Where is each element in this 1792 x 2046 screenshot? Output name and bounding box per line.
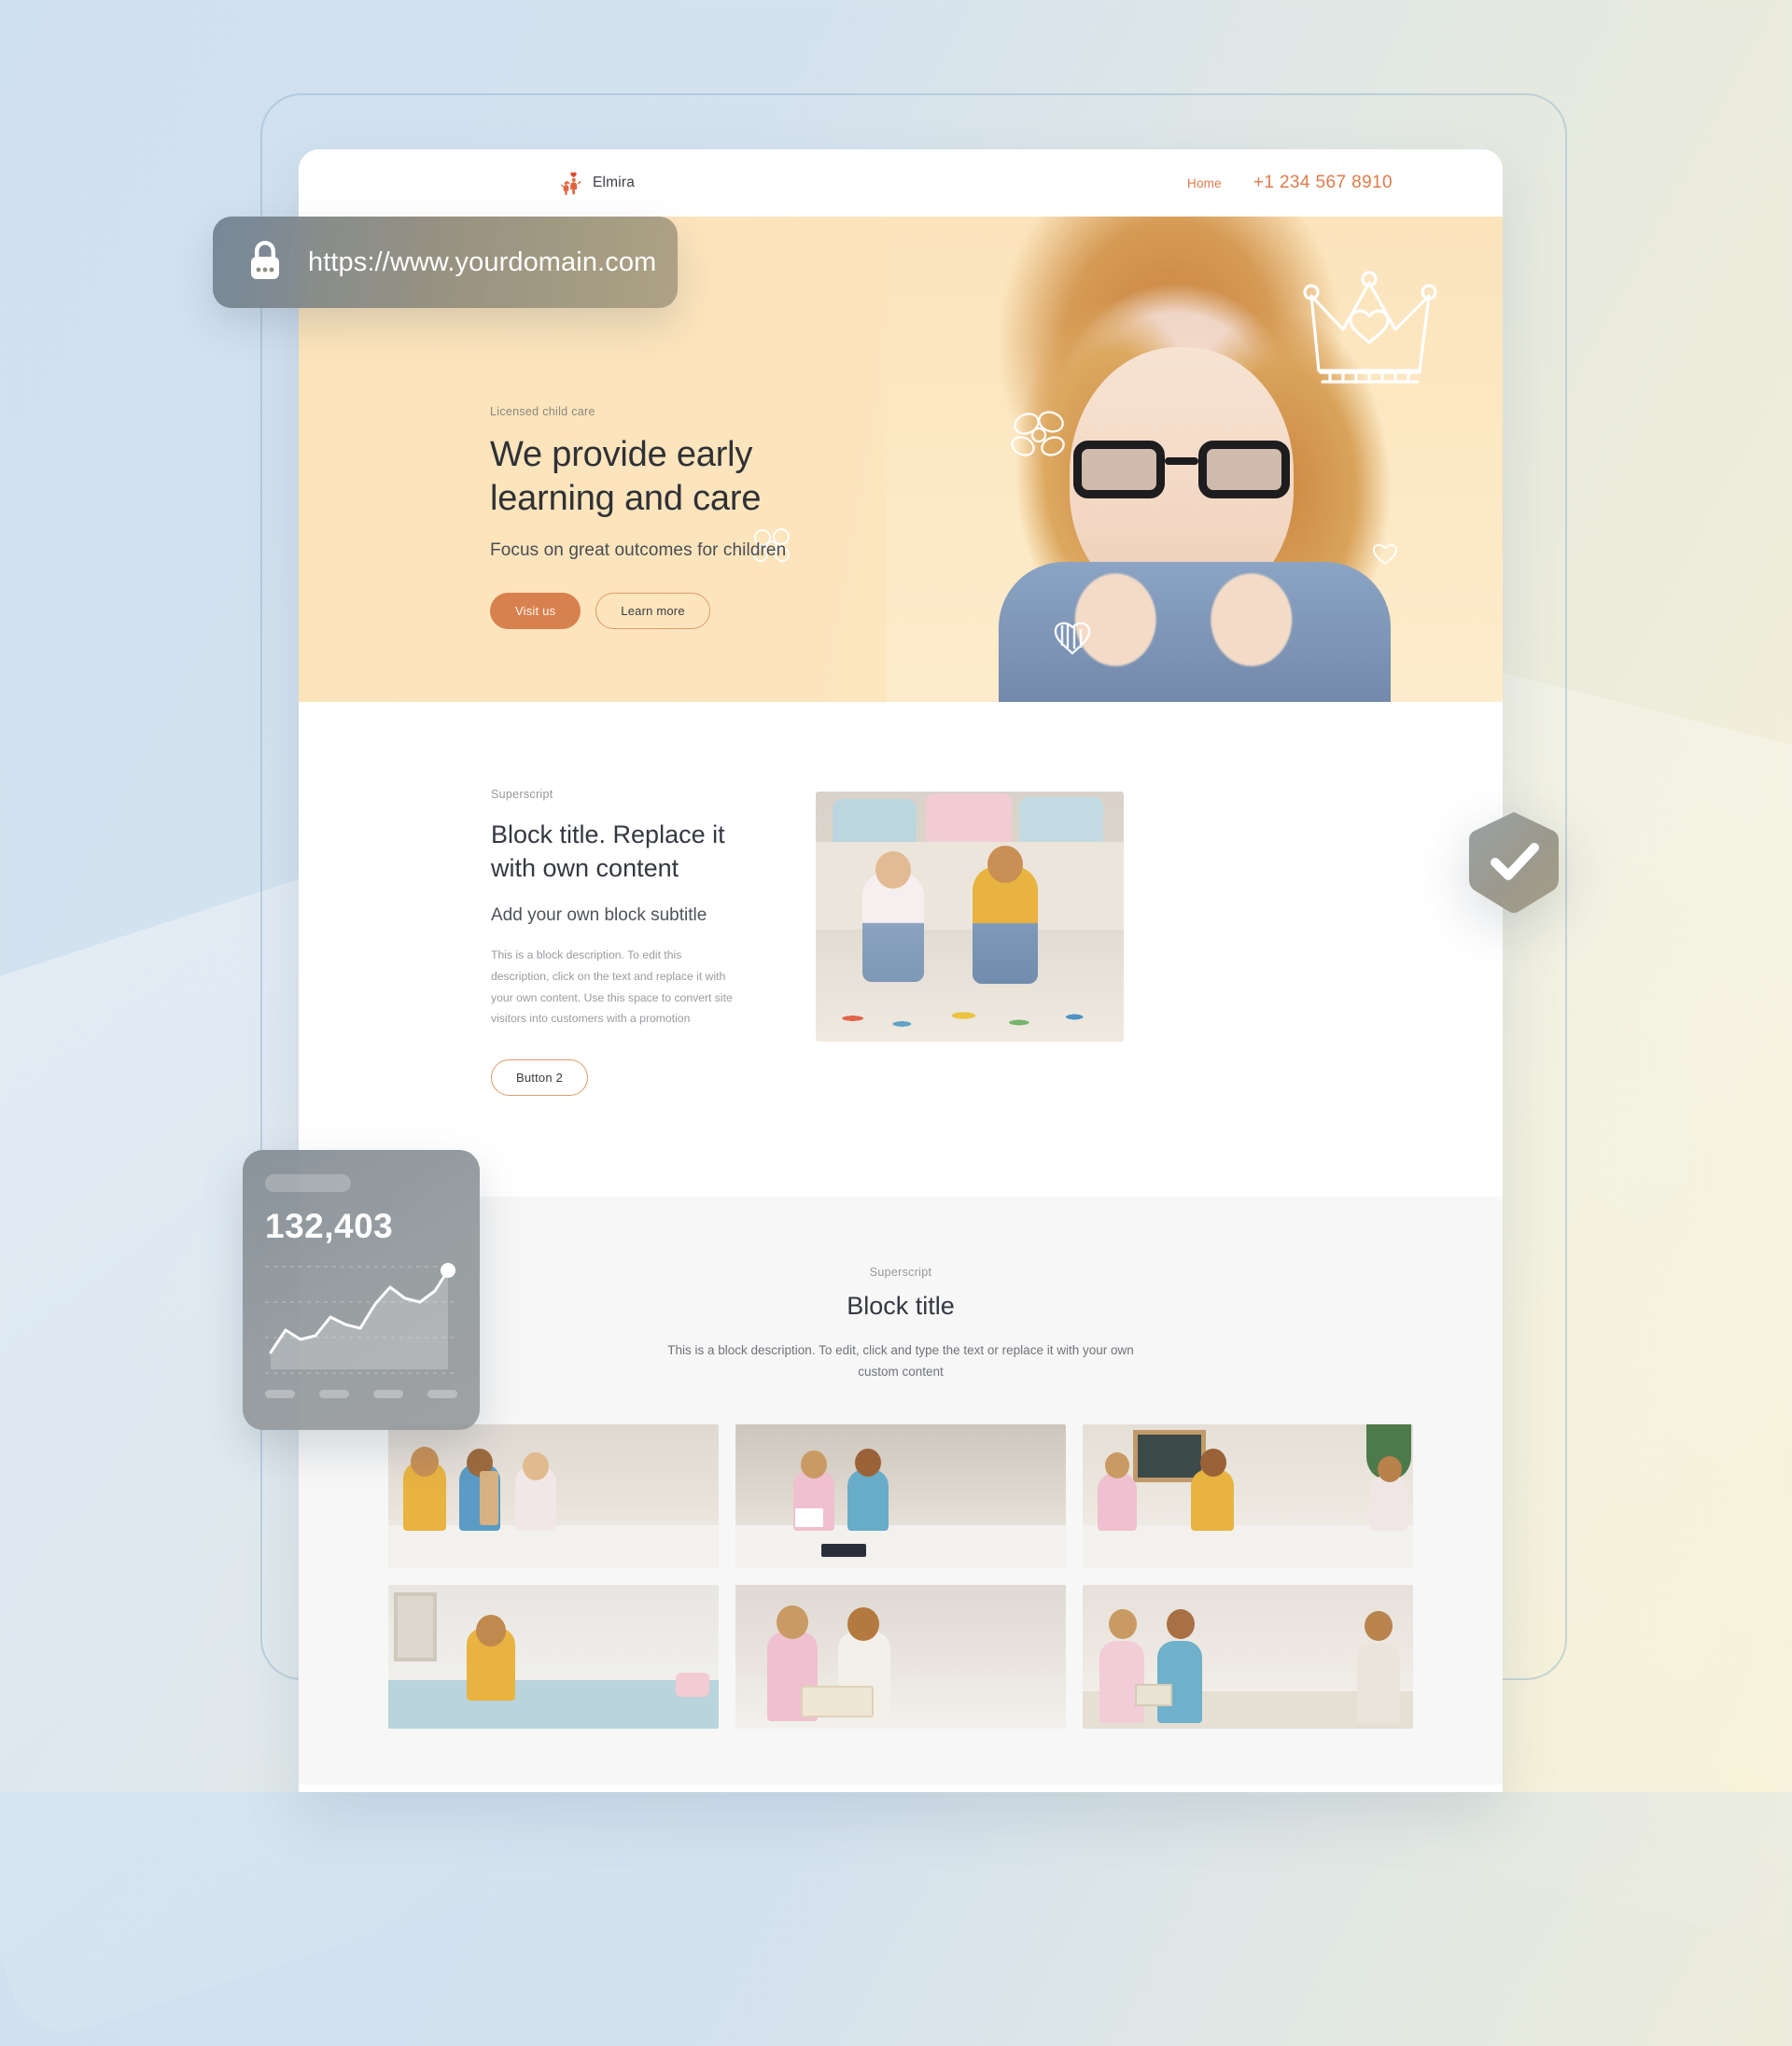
block-three-header: Superscript Block title This is a block …	[388, 1266, 1413, 1382]
nav-phone-number[interactable]: +1 234 567 8910	[1253, 173, 1393, 193]
widget-legend-placeholders	[265, 1390, 457, 1398]
website-preview-card: Elmira Home +1 234 567 8910 Licensed chi…	[299, 149, 1503, 1792]
heart-small-doodle-icon	[1370, 541, 1400, 572]
hero-title-line-1: We provide early	[490, 435, 753, 474]
widget-title-placeholder	[265, 1174, 351, 1192]
lock-icon	[246, 239, 284, 287]
navbar-right-group: Home +1 234 567 8910	[1187, 173, 1413, 193]
block-two-title: Block title. Replace it with own content	[491, 820, 725, 883]
visit-us-button[interactable]: Visit us	[490, 593, 581, 630]
gallery-tile[interactable]	[1083, 1584, 1413, 1729]
brand[interactable]: Elmira	[556, 169, 635, 197]
brand-name: Elmira	[593, 175, 636, 190]
block-two-description: This is a block description. To edit thi…	[491, 948, 733, 1026]
gallery-tile[interactable]	[735, 1584, 1066, 1729]
heart-striped-doodle-icon	[1051, 616, 1094, 662]
gallery-tile[interactable]	[388, 1423, 719, 1568]
eyeglasses-graphic	[1073, 441, 1290, 498]
learn-more-button[interactable]: Learn more	[595, 593, 710, 630]
image-gallery	[388, 1423, 1413, 1729]
hero-copy: Licensed child care We provide early lea…	[490, 405, 882, 630]
block-two-subtitle: Add your own block subtitle	[491, 905, 707, 926]
crown-doodle-icon	[1302, 268, 1442, 403]
family-heart-logo-icon	[556, 169, 584, 197]
hero-eyebrow: Licensed child care	[490, 405, 595, 418]
gallery-tile[interactable]	[1083, 1423, 1413, 1568]
block-three-title: Block title	[847, 1292, 955, 1321]
hero-title-line-2: learning and care	[490, 478, 762, 518]
analytics-value: 132,403	[265, 1207, 394, 1245]
content-block-two: Superscript Block title. Replace it with…	[299, 702, 1503, 1198]
hero-subtitle: Focus on great outcomes for children	[490, 540, 787, 561]
hero-button-group: Visit us Learn more	[490, 593, 882, 630]
button-2[interactable]: Button 2	[491, 1059, 589, 1097]
url-text: https://www.yourdomain.com	[308, 246, 657, 277]
line-chart-icon	[265, 1257, 457, 1380]
gallery-tile[interactable]	[735, 1423, 1066, 1568]
browser-url-bar[interactable]: https://www.yourdomain.com	[213, 217, 678, 308]
block-two-text-column: Superscript Block title. Replace it with…	[388, 788, 743, 1097]
shield-check-icon	[1467, 810, 1561, 915]
nav-link-home[interactable]: Home	[1187, 176, 1222, 190]
flower-doodle-icon	[1008, 407, 1073, 469]
block-two-eyebrow: Superscript	[491, 788, 553, 801]
gallery-tile[interactable]	[388, 1584, 719, 1729]
analytics-widget: 132,403	[243, 1150, 480, 1430]
block-two-image	[816, 792, 1124, 1042]
hero-title: We provide early learning and care	[490, 433, 882, 520]
block-three-eyebrow: Superscript	[869, 1266, 932, 1280]
block-three-description: This is a block description. To edit, cl…	[667, 1343, 1134, 1380]
site-navbar: Elmira Home +1 234 567 8910	[299, 149, 1503, 217]
